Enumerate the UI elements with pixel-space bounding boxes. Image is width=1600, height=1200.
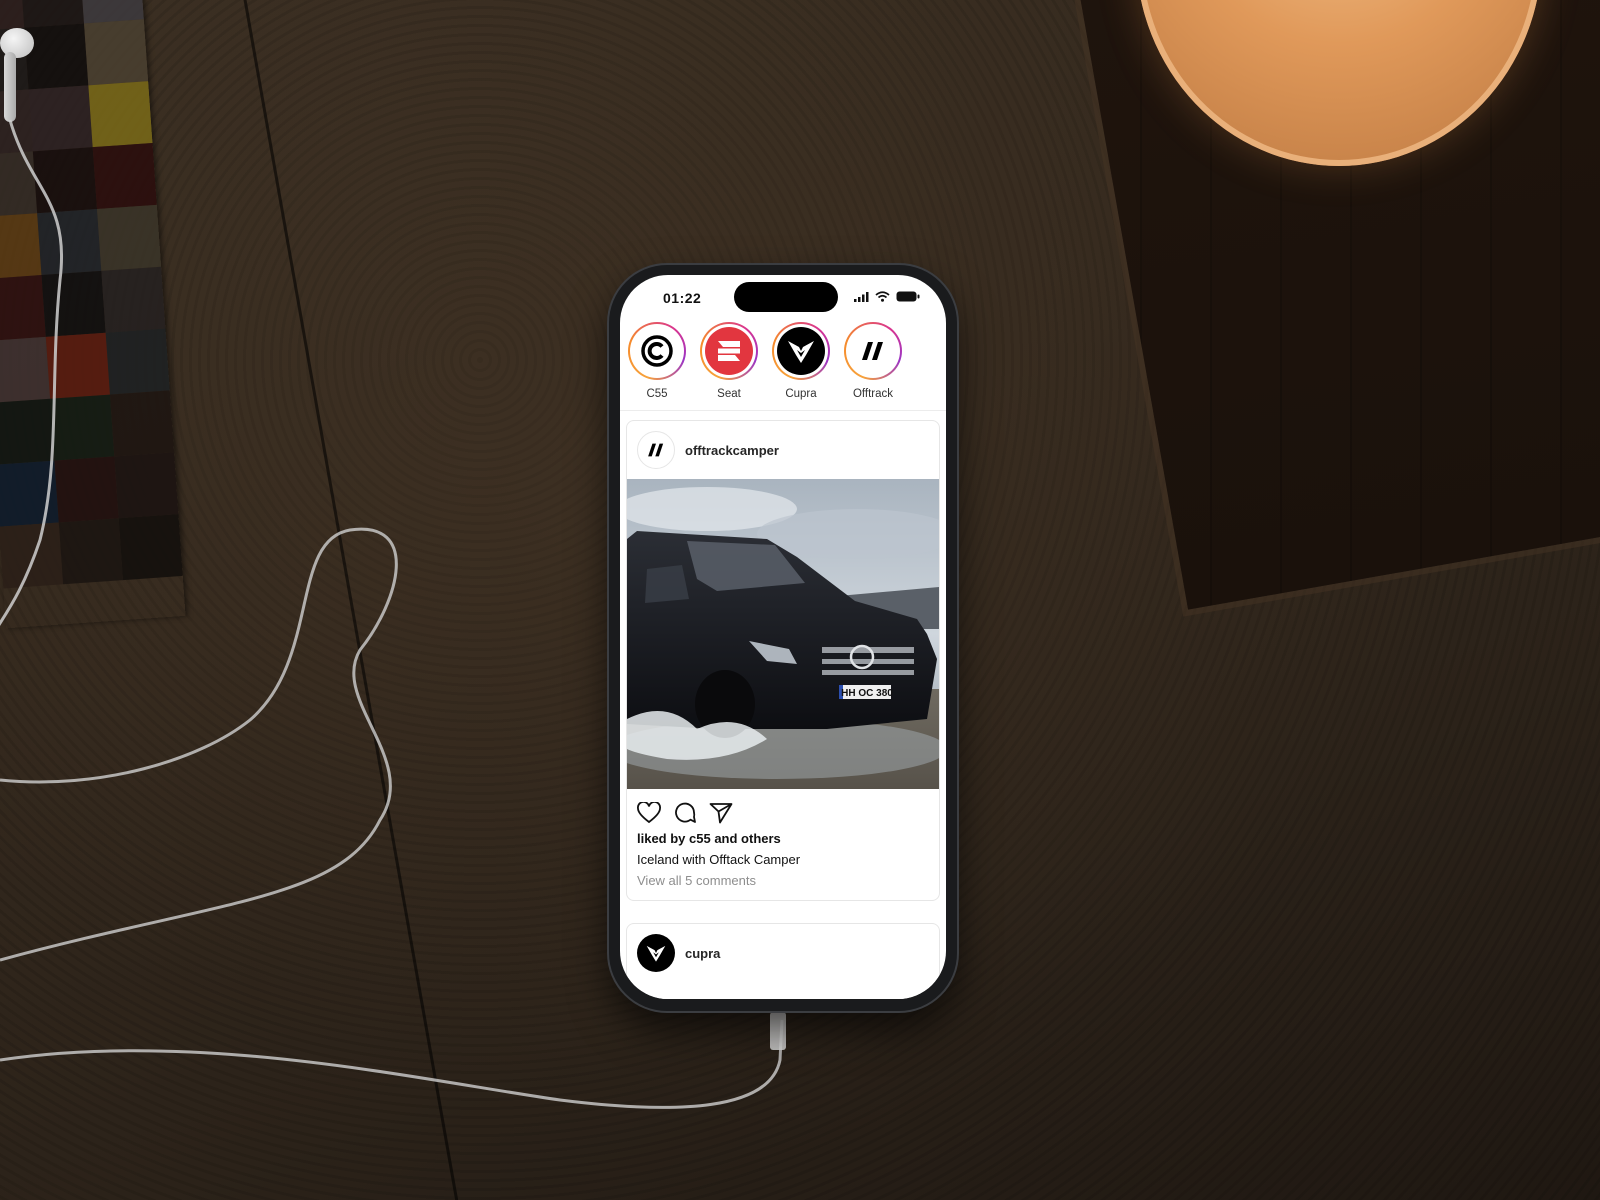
cupra-logo[interactable] xyxy=(637,934,675,972)
story-c55[interactable]: C55 xyxy=(622,322,692,400)
story-ring xyxy=(772,322,830,380)
cupra-logo xyxy=(777,327,825,375)
story-label: Cupra xyxy=(785,388,817,400)
comment-icon[interactable] xyxy=(673,801,697,825)
story-offtrack[interactable]: Offtrack xyxy=(838,322,908,400)
story-ring xyxy=(628,322,686,380)
status-icons xyxy=(854,291,920,302)
feed-post: cupra xyxy=(626,923,940,999)
seat-s-logo xyxy=(705,327,753,375)
battery-icon xyxy=(896,291,920,302)
offtrack-slashes-logo[interactable] xyxy=(637,431,675,469)
phone-frame: 01:22 C55 Seat Cupra Offtrack offtrackca… xyxy=(609,265,957,1011)
post-caption: Iceland with Offtack Camper xyxy=(637,852,801,867)
story-seat[interactable]: Seat xyxy=(694,322,764,400)
story-label: Seat xyxy=(717,388,741,400)
story-cupra[interactable]: Cupra xyxy=(766,322,836,400)
license-plate: HH OC 380 xyxy=(841,688,893,699)
story-label: Offtrack xyxy=(852,388,894,400)
view-comments-link[interactable]: View all 5 comments xyxy=(627,867,939,900)
post-header[interactable]: offtrackcamper xyxy=(627,421,939,479)
post-username[interactable]: offtrackcamper xyxy=(685,443,779,458)
post-actions xyxy=(627,789,939,829)
post-username[interactable]: cupra xyxy=(685,946,720,961)
phone-screen: 01:22 C55 Seat Cupra Offtrack offtrackca… xyxy=(620,275,946,999)
dynamic-island xyxy=(734,282,838,312)
c55-copyright-logo xyxy=(633,327,681,375)
share-icon[interactable] xyxy=(709,802,733,824)
story-ring xyxy=(700,322,758,380)
stories-row: C55 Seat Cupra Offtrack xyxy=(620,322,946,411)
post-header[interactable]: cupra xyxy=(627,924,939,982)
cellular-signal-icon xyxy=(854,291,869,302)
heart-icon[interactable] xyxy=(637,802,661,824)
likes-text[interactable]: liked by c55 and others xyxy=(627,829,939,846)
offtrack-slashes-logo xyxy=(849,327,897,375)
story-ring xyxy=(844,322,902,380)
status-time: 01:22 xyxy=(663,290,702,306)
post-image[interactable]: HH OC 380 xyxy=(627,479,939,789)
story-label: C55 xyxy=(646,388,668,400)
status-bar: 01:22 xyxy=(620,275,946,321)
wifi-icon xyxy=(875,291,890,302)
feed-post: offtrackcamper HH OC 380 liked by c55 an… xyxy=(626,420,940,901)
